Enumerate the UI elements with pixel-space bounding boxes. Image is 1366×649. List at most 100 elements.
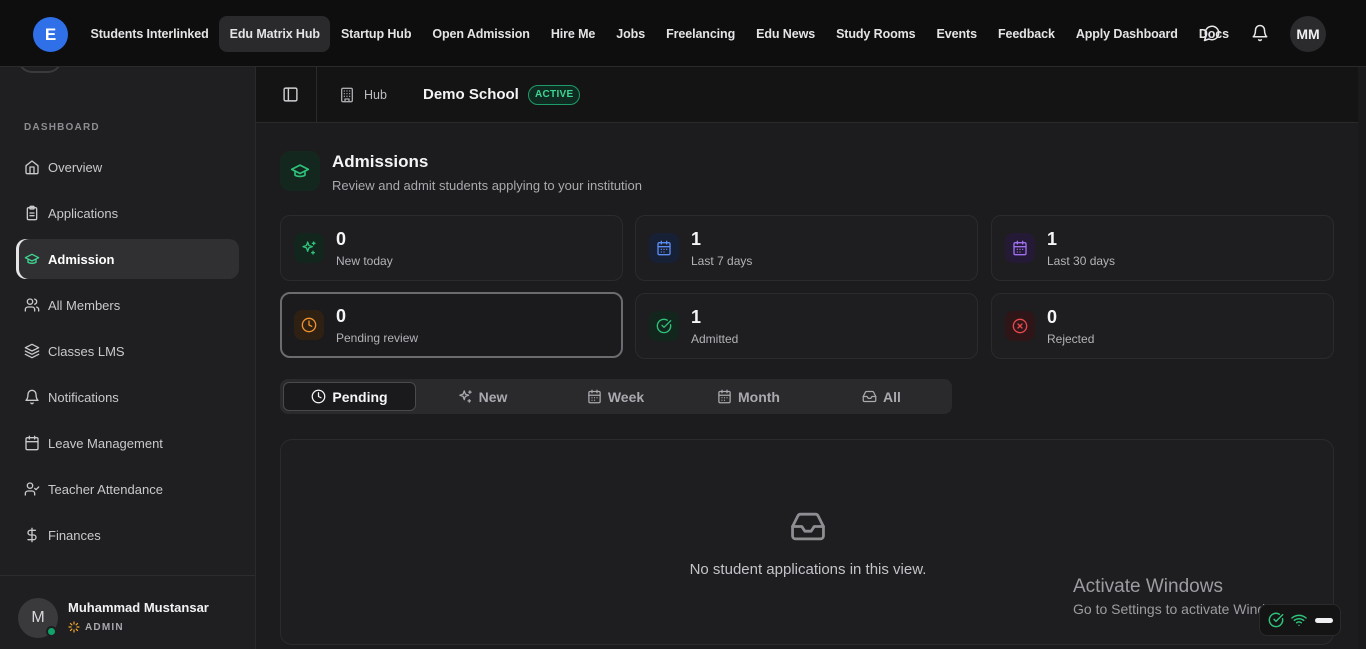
nav-link-edu-matrix-hub[interactable]: Edu Matrix Hub [219, 16, 331, 52]
nav-link-startup-hub[interactable]: Startup Hub [330, 16, 421, 52]
stat-card-admitted[interactable]: 1 Admitted [635, 293, 978, 359]
sidebar-item-label: Classes LMS [48, 343, 125, 359]
header-divider [316, 67, 317, 123]
sidebar-item-label: Teacher Attendance [48, 481, 163, 497]
nav-link-edu-news[interactable]: Edu News [746, 16, 826, 52]
sidebar-item-leave-management[interactable]: Leave Management [16, 423, 239, 463]
tab-all[interactable]: All [815, 382, 948, 411]
status-badge: ACTIVE [528, 85, 581, 105]
tab-label: Pending [332, 388, 388, 405]
nav-link-feedback[interactable]: Feedback [987, 16, 1065, 52]
calendar-icon [717, 389, 738, 404]
check-circle-icon [1268, 612, 1284, 628]
stat-value: 0 [336, 306, 347, 326]
activate-windows-title: Activate Windows [1073, 576, 1223, 597]
bell-icon[interactable] [1251, 24, 1269, 42]
sidebar-item-admission[interactable]: Admission [16, 239, 239, 279]
stat-card-new-today[interactable]: 0 New today [280, 215, 623, 281]
layers-icon [24, 343, 40, 359]
app-logo[interactable]: E [33, 17, 68, 52]
top-navigation-bar: E Students Interlinked Edu Matrix Hub St… [0, 0, 1366, 67]
bell-icon [24, 389, 40, 405]
nav-link-freelancing[interactable]: Freelancing [656, 16, 746, 52]
stat-label: Last 7 days [691, 254, 753, 268]
tab-pending[interactable]: Pending [283, 382, 416, 411]
stat-card-rejected[interactable]: 0 Rejected [991, 293, 1334, 359]
nav-link-open-admission[interactable]: Open Admission [422, 16, 540, 52]
sidebar-item-label: Leave Management [48, 435, 163, 451]
nav-link-apply-dashboard[interactable]: Apply Dashboard [1065, 16, 1188, 52]
users-icon [24, 297, 40, 313]
stat-value: 0 [1047, 307, 1058, 327]
sidebar-item-notifications[interactable]: Notifications [16, 377, 239, 417]
tab-new[interactable]: New [416, 382, 549, 411]
sidebar-item-applications[interactable]: Applications [16, 193, 239, 233]
sidebar-toggle-icon[interactable] [282, 86, 299, 103]
user-avatar[interactable]: MM [1290, 16, 1326, 52]
stat-label: Last 30 days [1047, 254, 1116, 268]
home-icon [24, 159, 40, 175]
sidebar-item-overview[interactable]: Overview [16, 147, 239, 187]
clipboard-icon [24, 205, 40, 221]
sidebar-item-teacher-attendance[interactable]: Teacher Attendance [16, 469, 239, 509]
nav-link-hire-me[interactable]: Hire Me [540, 16, 605, 52]
inbox-icon [862, 389, 883, 404]
nav-links: Students Interlinked Edu Matrix Hub Star… [80, 16, 1239, 52]
sidebar-item-all-members[interactable]: All Members [16, 285, 239, 325]
online-status-dot [46, 626, 57, 637]
filter-tabs: Pending New Week Month All [280, 379, 952, 414]
nav-link-jobs[interactable]: Jobs [606, 16, 656, 52]
sidebar-user-profile[interactable]: M Muhammad Mustansar ADMIN [0, 575, 255, 649]
clock-icon [311, 389, 332, 404]
nav-link-students-interlinked[interactable]: Students Interlinked [80, 16, 219, 52]
graduation-cap-icon [280, 151, 320, 191]
stat-card-last-30-days[interactable]: 1 Last 30 days [991, 215, 1334, 281]
app-logo-letter: E [44, 24, 57, 44]
sidebar-item-label: Overview [48, 159, 103, 175]
stat-card-last-7-days[interactable]: 1 Last 7 days [635, 215, 978, 281]
user-name: Muhammad Mustansar [68, 600, 209, 615]
tab-label: Week [607, 388, 645, 405]
nav-link-study-rooms[interactable]: Study Rooms [826, 16, 926, 52]
stat-value: 1 [691, 307, 702, 327]
calendar-icon [24, 435, 40, 451]
check-circle-icon [649, 311, 679, 341]
nav-link-events[interactable]: Events [926, 16, 987, 52]
tab-label: All [883, 388, 901, 405]
stat-label: Rejected [1047, 332, 1095, 346]
user-role: ADMIN [68, 621, 124, 633]
sidebar-item-finances[interactable]: Finances [16, 515, 239, 555]
user-role-label: ADMIN [85, 621, 124, 633]
calendar-icon [1005, 233, 1035, 263]
sidebar: DASHBOARD Overview Applications Admissio… [0, 67, 256, 649]
tab-label: Month [738, 388, 780, 405]
graduation-cap-icon [24, 251, 40, 267]
sparkles-icon [458, 389, 479, 404]
x-circle-icon [1005, 311, 1035, 341]
system-tray[interactable] [1259, 604, 1341, 636]
page-subtitle: Review and admit students applying to yo… [332, 178, 643, 193]
stat-value: 0 [336, 229, 347, 249]
sidebar-item-label: Finances [48, 527, 101, 543]
breadcrumb-hub[interactable]: Hub [364, 88, 387, 102]
school-name: Demo School [423, 86, 519, 103]
building-icon [339, 87, 355, 103]
user-check-icon [24, 481, 40, 497]
crown-icon [68, 621, 85, 633]
sidebar-item-label: Admission [48, 251, 115, 267]
stat-value: 1 [691, 229, 702, 249]
stat-value: 1 [1047, 229, 1058, 249]
sidebar-item-classes-lms[interactable]: Classes LMS [16, 331, 239, 371]
calendar-icon [587, 389, 608, 404]
message-icon[interactable] [1203, 24, 1221, 42]
stat-label: New today [336, 254, 393, 268]
stat-card-pending-review[interactable]: 0 Pending review [280, 292, 623, 358]
sidebar-logo-fragment [18, 67, 62, 73]
page-scrollbar[interactable] [1358, 67, 1366, 649]
sidebar-section-label: DASHBOARD [24, 122, 100, 133]
sidebar-item-label: Applications [48, 205, 119, 221]
tab-week[interactable]: Week [549, 382, 682, 411]
clock-icon [294, 310, 324, 340]
tab-label: New [478, 388, 508, 405]
tab-month[interactable]: Month [682, 382, 815, 411]
